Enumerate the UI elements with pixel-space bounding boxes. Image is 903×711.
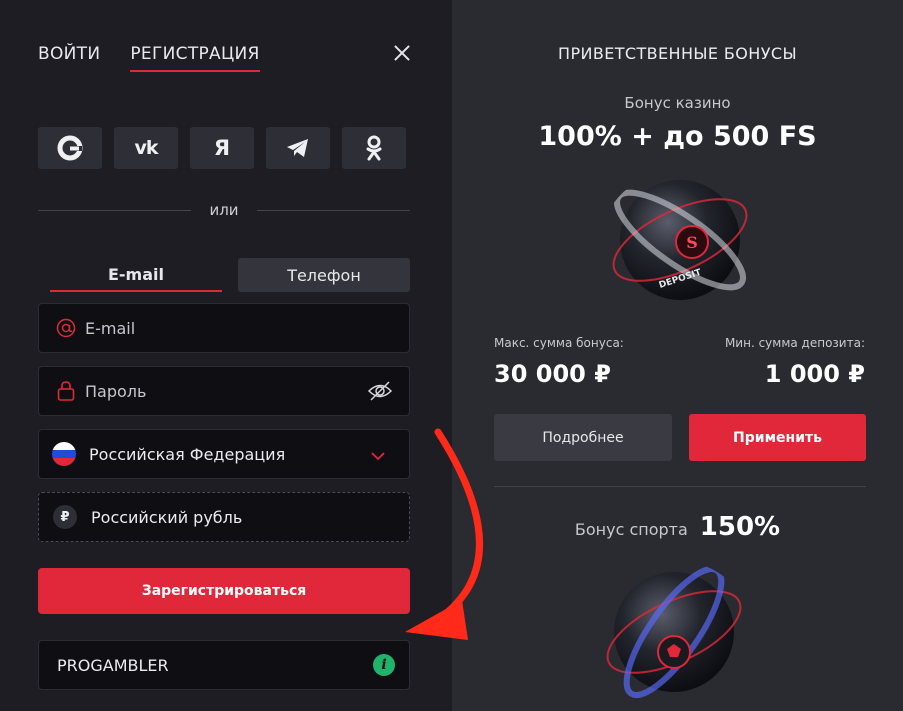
yandex-login-button[interactable]: Я [190, 127, 254, 169]
lock-icon [55, 380, 77, 402]
email-placeholder: E-mail [85, 318, 136, 338]
min-deposit: Мин. сумма депозита: 1 000 ₽ [725, 336, 865, 388]
odnoklassniki-icon [366, 135, 382, 161]
bonuses-title: ПРИВЕТСТВЕННЫЕ БОНУСЫ [558, 44, 797, 63]
sport-bonus-heading: Бонус спорта 150% [452, 512, 903, 542]
max-bonus: Макс. сумма бонуса: 30 000 ₽ [494, 336, 624, 388]
apply-bonus-button[interactable]: Применить [689, 414, 866, 461]
country-select[interactable]: Российская Федерация [38, 429, 410, 479]
country-value: Российская Федерация [89, 444, 286, 464]
odnoklassniki-login-button[interactable] [342, 127, 406, 169]
registration-panel: ВОЙТИ РЕГИСТРАЦИЯ vk Я или E-mail Телефо… [0, 0, 452, 711]
telegram-icon [287, 139, 308, 157]
russia-flag-icon [51, 441, 77, 467]
password-field[interactable]: Пароль [38, 366, 410, 416]
google-icon [57, 135, 83, 161]
more-details-button[interactable]: Подробнее [494, 414, 672, 461]
casino-bonus-value: 100% + до 500 FS [538, 121, 817, 152]
promo-code-field[interactable]: PROGAMBLER i [38, 640, 410, 690]
min-deposit-value: 1 000 ₽ [764, 360, 865, 388]
yandex-icon: Я [213, 136, 231, 160]
google-login-button[interactable] [38, 127, 102, 169]
ruble-icon: ₽ [53, 505, 77, 529]
currency-field: ₽ Российский рубль [38, 492, 410, 542]
casino-deposit-orb-image: S DEPOSIT [612, 180, 748, 300]
or-text: или [209, 201, 239, 219]
info-icon[interactable]: i [373, 654, 395, 676]
tab-phone[interactable]: Телефон [238, 258, 410, 292]
password-placeholder: Пароль [85, 381, 147, 401]
eye-off-icon[interactable] [367, 380, 393, 402]
register-button[interactable]: Зарегистрироваться [38, 568, 410, 614]
or-divider: или [38, 200, 410, 220]
currency-value: Российский рубль [91, 507, 243, 527]
tab-email[interactable]: E-mail [50, 258, 222, 292]
sport-bonus-value: 150% [699, 512, 781, 542]
sport-bonus-label: Бонус спорта [574, 520, 688, 539]
tab-register[interactable]: РЕГИСТРАЦИЯ [130, 44, 260, 72]
registration-mode-tabs: E-mail Телефон [38, 258, 410, 292]
auth-tabs: ВОЙТИ РЕГИСТРАЦИЯ [38, 44, 260, 72]
social-login-row: vk Я [38, 127, 406, 169]
tab-login[interactable]: ВОЙТИ [38, 44, 100, 72]
chevron-down-icon [371, 446, 385, 461]
bonus-separator [494, 486, 866, 487]
min-deposit-label: Мин. сумма депозита: [724, 336, 865, 350]
max-bonus-label: Макс. сумма бонуса: [494, 336, 624, 350]
max-bonus-value: 30 000 ₽ [494, 360, 611, 388]
at-icon [55, 317, 77, 339]
bonuses-panel: ПРИВЕТСТВЕННЫЕ БОНУСЫ Бонус казино 100% … [452, 0, 903, 711]
telegram-login-button[interactable] [266, 127, 330, 169]
close-icon[interactable] [391, 42, 413, 64]
email-field[interactable]: E-mail [38, 303, 410, 353]
casino-bonus-label: Бонус казино [624, 94, 731, 112]
vk-login-button[interactable]: vk [114, 127, 178, 169]
vk-icon: vk [134, 137, 158, 159]
sport-deposit-orb-image [606, 566, 742, 698]
svg-text:S: S [686, 233, 698, 252]
promo-code-value: PROGAMBLER [57, 655, 169, 675]
